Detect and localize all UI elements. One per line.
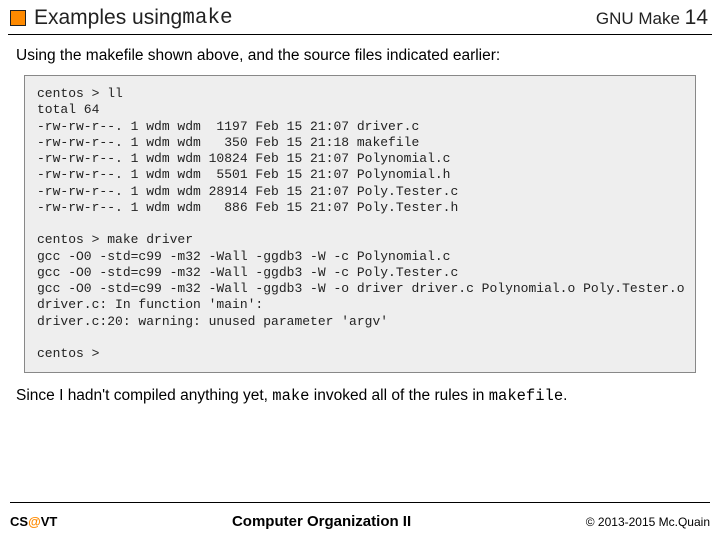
slide-footer: CS@VT Computer Organization II © 2013-20… (0, 496, 720, 540)
footer-center: Computer Organization II (232, 513, 411, 530)
bullet-icon (10, 10, 26, 26)
footer-left: CS@VT (10, 514, 57, 529)
conclusion-part2: invoked all of the rules in (310, 387, 489, 404)
slide-header: Examples using make GNU Make 14 (0, 0, 720, 34)
intro-text: Using the makefile shown above, and the … (16, 47, 704, 65)
conclusion-part1: Since I hadn't compiled anything yet, (16, 387, 272, 404)
slide-number: 14 (685, 6, 708, 29)
conclusion-text: Since I hadn't compiled anything yet, ma… (16, 387, 704, 405)
conclusion-cmd-make: make (272, 387, 309, 405)
slide-topic: GNU Make (596, 9, 685, 28)
footer-at: @ (28, 514, 41, 529)
title-text: Examples using (34, 6, 182, 30)
slide-title: Examples using make (10, 6, 233, 30)
footer-cs: CS (10, 514, 28, 529)
code-listing: centos > ll total 64 -rw-rw-r--. 1 wdm w… (24, 75, 696, 373)
footer-vt: VT (41, 514, 58, 529)
header-divider (8, 34, 712, 35)
slide-number-area: GNU Make 14 (596, 6, 708, 30)
footer-divider (10, 502, 710, 503)
slide-body: Using the makefile shown above, and the … (0, 43, 720, 405)
conclusion-cmd-makefile: makefile (489, 387, 563, 405)
title-command: make (182, 7, 232, 30)
footer-right: © 2013-2015 Mc.Quain (586, 515, 710, 529)
conclusion-part3: . (563, 387, 567, 404)
